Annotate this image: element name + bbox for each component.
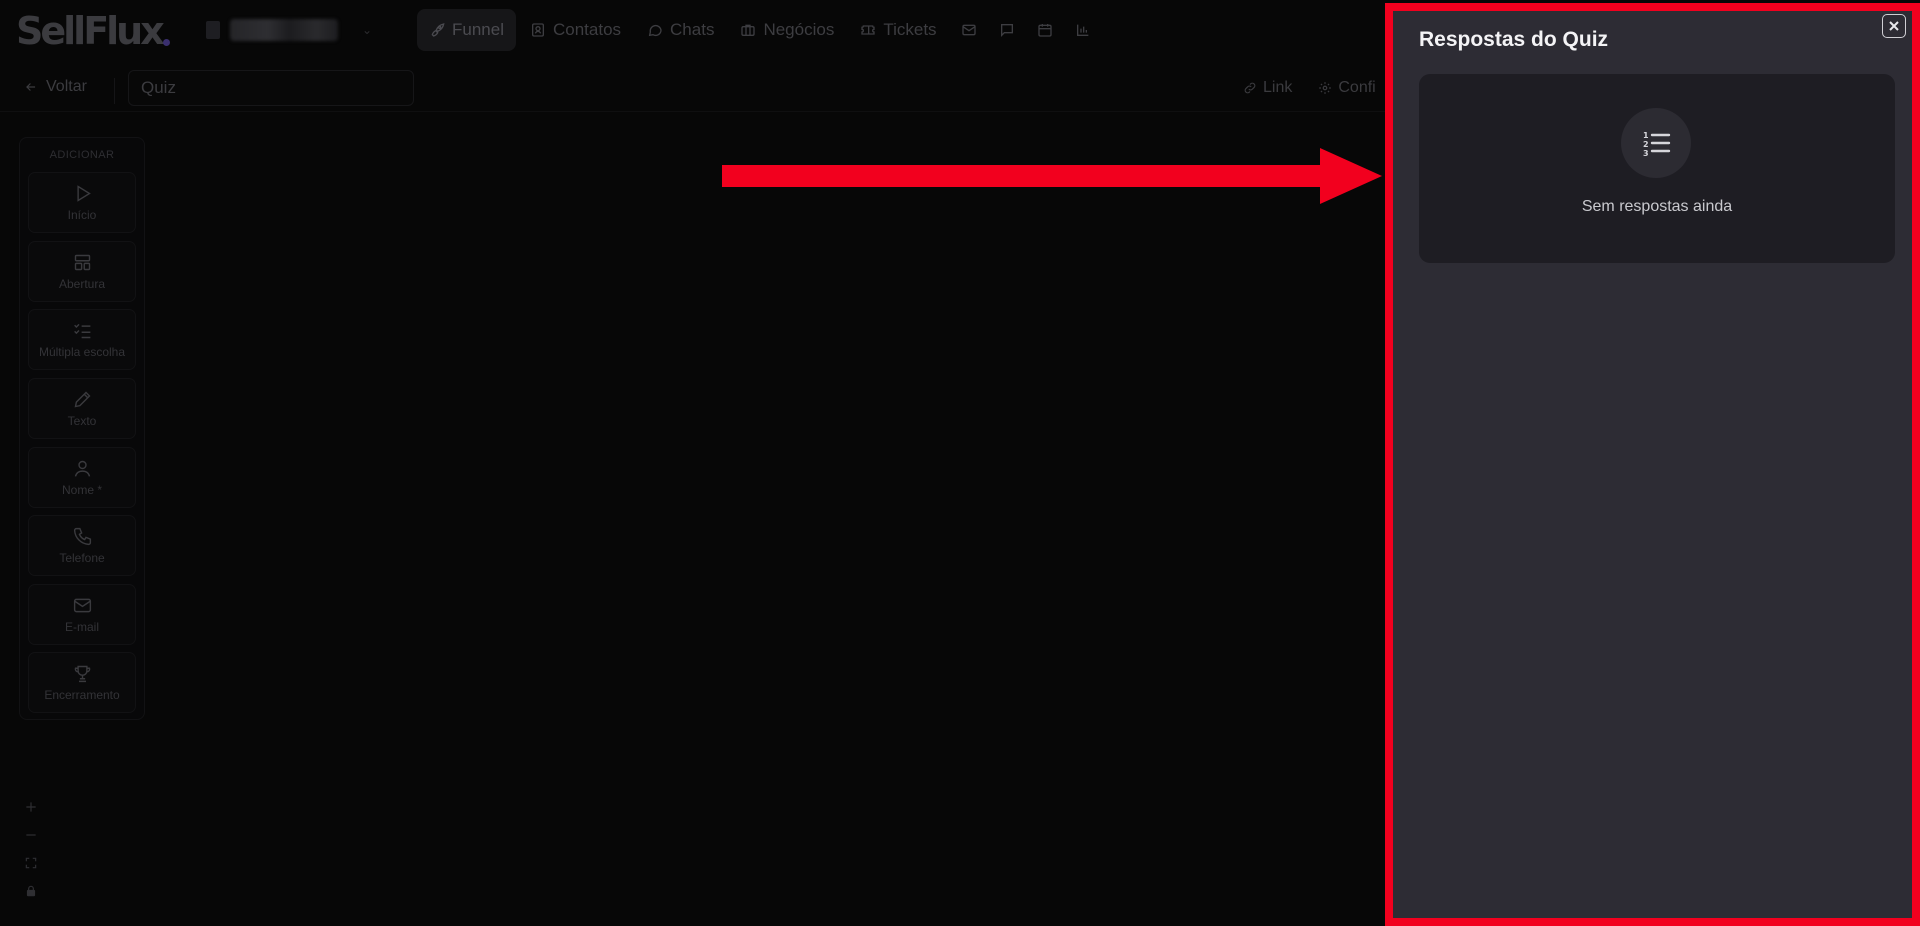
- bar-chart-icon: [1076, 24, 1088, 36]
- user-icon: [74, 460, 90, 477]
- quiz-name-input[interactable]: Quiz: [128, 70, 414, 106]
- message-square-icon: [1000, 24, 1013, 37]
- workspace-avatar: [206, 21, 220, 39]
- zoom-in-icon: [26, 802, 36, 812]
- workspace-selector[interactable]: ⌄: [206, 14, 386, 46]
- palette-item-telefone[interactable]: Telefone: [28, 515, 136, 576]
- logo-dot: [163, 39, 170, 46]
- mail-icon: [961, 24, 976, 36]
- zoom-in-button[interactable]: [22, 798, 40, 816]
- mail-icon: [73, 598, 91, 613]
- nav-tickets-label: Tickets: [883, 20, 937, 39]
- palette-item-label: Texto: [67, 414, 97, 428]
- close-panel-button[interactable]: [1882, 14, 1906, 38]
- zoom-out-icon: [26, 834, 36, 836]
- nav-funnel[interactable]: Funnel: [417, 9, 516, 51]
- arrow-left-icon: [26, 83, 36, 91]
- nav-email[interactable]: [951, 9, 987, 51]
- play-icon: [76, 185, 91, 202]
- palette-item-label: Abertura: [58, 277, 106, 291]
- lock-button[interactable]: [22, 882, 40, 900]
- palette-item-label: Telefone: [59, 551, 105, 565]
- palette-title: ADICIONAR: [49, 149, 115, 161]
- empty-state-icon-wrap: 1 2 3: [1621, 108, 1691, 178]
- svg-text:2: 2: [1643, 140, 1649, 149]
- workspace-name-redacted: [230, 19, 338, 41]
- sellflux-logo[interactable]: SellFlux: [16, 9, 165, 53]
- zoom-out-button[interactable]: [22, 826, 40, 844]
- empty-state-message: Sem respostas ainda: [1581, 198, 1733, 215]
- palette-item-multipla-escolha[interactable]: Múltipla escolha: [28, 309, 136, 370]
- nav-contatos-label: Contatos: [552, 20, 622, 39]
- chat-bubble-icon: [648, 24, 662, 37]
- node-palette: ADICIONAR Início Abertura Múltipla escol…: [19, 137, 145, 720]
- nav-tickets[interactable]: Tickets: [848, 9, 948, 51]
- nav-contatos[interactable]: Contatos: [518, 9, 633, 51]
- nav-calendar[interactable]: [1027, 9, 1063, 51]
- palette-item-inicio[interactable]: Início: [28, 172, 136, 233]
- nav-chats[interactable]: Chats: [635, 9, 726, 51]
- back-label: Voltar: [46, 78, 87, 95]
- calendar-icon: [1037, 24, 1052, 37]
- link-button[interactable]: Link: [1243, 79, 1292, 97]
- fit-view-icon: [25, 857, 37, 869]
- palette-item-label: Múltipla escolha: [38, 345, 126, 359]
- toolbar-actions: Link Confi: [1243, 79, 1376, 97]
- palette-item-email[interactable]: E-mail: [28, 584, 136, 645]
- nav-funnel-label: Funnel: [452, 20, 504, 39]
- checklist-icon: [73, 323, 90, 339]
- nav-reports[interactable]: [1065, 9, 1101, 51]
- config-label: Confi: [1338, 79, 1376, 96]
- nav-messages[interactable]: [989, 9, 1025, 51]
- ticket-icon: [861, 25, 875, 35]
- panel-title: Respostas do Quiz: [1419, 28, 1609, 51]
- quiz-responses-panel: Respostas do Quiz 1 2 3 Sem respostas ai…: [1385, 3, 1920, 926]
- link-icon: [1244, 82, 1256, 94]
- numbered-list-icon: 1 2 3: [1643, 131, 1671, 158]
- briefcase-icon: [741, 24, 756, 36]
- palette-item-label: Início: [67, 208, 97, 222]
- nav-negocios-label: Negócios: [763, 20, 835, 39]
- lock-icon: [26, 885, 36, 897]
- palette-item-encerramento[interactable]: Encerramento: [28, 652, 136, 713]
- palette-item-label: Nome *: [61, 483, 102, 497]
- palette-item-nome[interactable]: Nome *: [28, 447, 136, 508]
- svg-text:3: 3: [1643, 149, 1649, 158]
- rocket-icon: [431, 23, 445, 37]
- trophy-icon: [74, 665, 90, 683]
- canvas-zoom-controls: [20, 798, 42, 900]
- layout-icon: [74, 254, 90, 271]
- toolbar-divider: [114, 78, 115, 104]
- contacts-icon: [531, 23, 544, 37]
- pencil-icon: [74, 391, 90, 408]
- svg-text:1: 1: [1643, 131, 1649, 140]
- chevron-down-icon: ⌄: [362, 23, 373, 37]
- nav-negocios[interactable]: Negócios: [728, 9, 846, 51]
- palette-item-label: E-mail: [64, 620, 99, 634]
- palette-item-label: Encerramento: [44, 688, 120, 702]
- palette-item-texto[interactable]: Texto: [28, 378, 136, 439]
- annotation-arrow: [722, 148, 1382, 204]
- link-label: Link: [1263, 79, 1293, 96]
- back-button[interactable]: Voltar: [24, 78, 87, 96]
- main-nav: Funnel Contatos Chats Negócios Tickets: [417, 9, 1101, 51]
- gear-icon: [1319, 82, 1332, 94]
- phone-icon: [73, 527, 91, 546]
- nav-chats-label: Chats: [670, 20, 715, 39]
- config-button[interactable]: Confi: [1318, 79, 1376, 97]
- fit-view-button[interactable]: [22, 854, 40, 872]
- close-icon: [1889, 21, 1899, 31]
- palette-item-abertura[interactable]: Abertura: [28, 241, 136, 302]
- empty-state-card: 1 2 3 Sem respostas ainda: [1419, 74, 1895, 263]
